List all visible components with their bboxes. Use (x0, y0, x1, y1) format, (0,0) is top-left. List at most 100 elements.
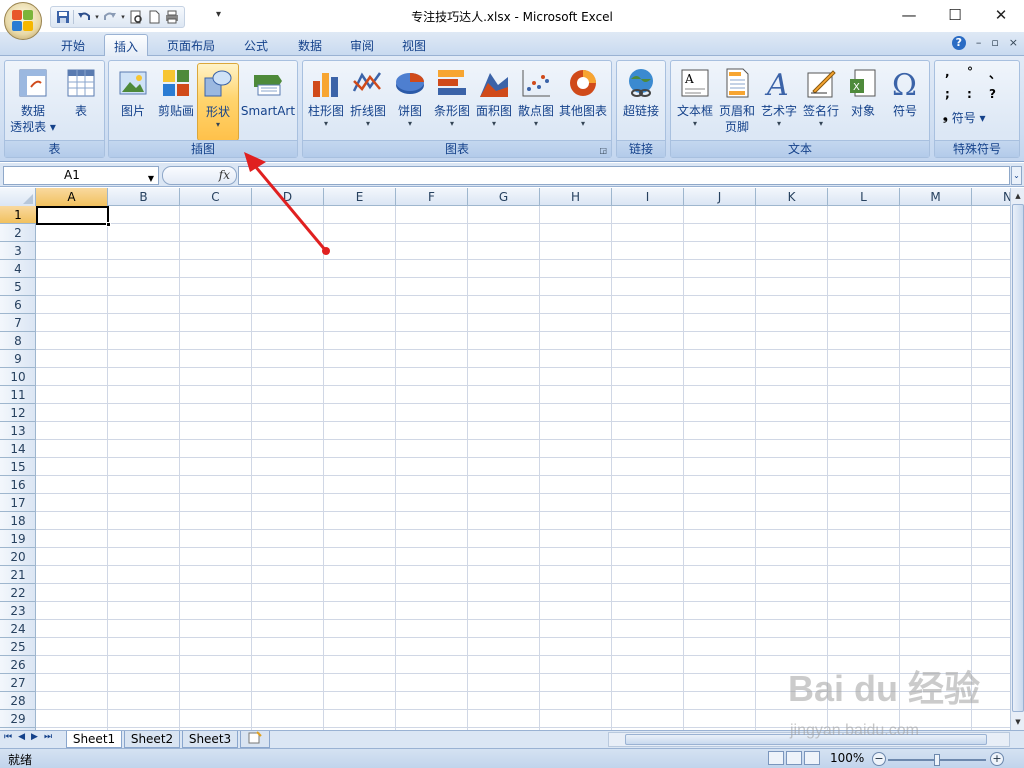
row-header-4[interactable]: 4 (0, 260, 36, 278)
row-header-1[interactable]: 1 (0, 206, 36, 224)
column-header-a[interactable]: A (36, 188, 108, 206)
clipart-button[interactable]: 剪贴画 (155, 63, 197, 141)
row-header-16[interactable]: 16 (0, 476, 36, 494)
sheet-tab-sheet2[interactable]: Sheet2 (124, 731, 180, 748)
ribbon-restore-button[interactable]: ▫ (991, 36, 998, 50)
insert-function-button[interactable]: fx (162, 166, 237, 185)
area-chart-button[interactable]: 面积图 ▾ (473, 63, 515, 141)
pie-chart-button[interactable]: 饼图 ▾ (391, 63, 429, 141)
textbox-button[interactable]: A 文本框 ▾ (673, 63, 717, 141)
tab-review[interactable]: 审阅 (340, 34, 384, 56)
tab-insert[interactable]: 插入 (104, 34, 148, 57)
row-header-17[interactable]: 17 (0, 494, 36, 512)
row-header-5[interactable]: 5 (0, 278, 36, 296)
row-header-18[interactable]: 18 (0, 512, 36, 530)
smartart-button[interactable]: SmartArt (239, 63, 297, 141)
column-header-l[interactable]: L (828, 188, 900, 206)
line-chart-button[interactable]: 折线图 ▾ (347, 63, 389, 141)
shapes-button[interactable]: 形状 ▾ (197, 63, 239, 141)
symbol-semicolon[interactable]: ; (945, 87, 950, 101)
symbol-button[interactable]: Ω 符号 (885, 63, 925, 141)
symbol-question[interactable]: ? (989, 87, 996, 101)
zoom-out-icon[interactable]: − (872, 752, 886, 766)
tab-page-layout[interactable]: 页面布局 (158, 34, 224, 56)
column-header-f[interactable]: F (396, 188, 468, 206)
column-header-i[interactable]: I (612, 188, 684, 206)
signature-line-button[interactable]: 签名行 ▾ (799, 63, 843, 141)
first-sheet-icon[interactable]: ⏮ (4, 732, 12, 742)
formula-input[interactable] (238, 166, 1010, 185)
vertical-scrollbar[interactable]: ▲ ▼ (1010, 188, 1024, 730)
row-header-11[interactable]: 11 (0, 386, 36, 404)
row-header-27[interactable]: 27 (0, 674, 36, 692)
table-button[interactable]: 表 (61, 63, 101, 141)
scroll-up-icon[interactable]: ▲ (1012, 189, 1024, 203)
tab-home[interactable]: 开始 (50, 34, 96, 56)
normal-view-icon[interactable] (768, 751, 784, 765)
row-header-19[interactable]: 19 (0, 530, 36, 548)
object-button[interactable]: X 对象 (843, 63, 883, 141)
row-header-29[interactable]: 29 (0, 710, 36, 728)
row-header-8[interactable]: 8 (0, 332, 36, 350)
row-header-9[interactable]: 9 (0, 350, 36, 368)
expand-formula-bar-icon[interactable]: ⌄ (1011, 166, 1022, 185)
prev-sheet-icon[interactable]: ◀ (18, 732, 25, 742)
symbol-colon[interactable]: : (967, 87, 972, 101)
bar-chart-button[interactable]: 条形图 ▾ (431, 63, 473, 141)
hyperlink-button[interactable]: 超链接 (619, 63, 663, 141)
row-header-7[interactable]: 7 (0, 314, 36, 332)
header-footer-button[interactable]: 页眉和 页脚 (717, 63, 757, 141)
ribbon-close-button[interactable]: × (1009, 36, 1018, 50)
help-icon[interactable]: ? (951, 36, 966, 50)
column-header-n[interactable]: N (972, 188, 1010, 206)
zoom-in-icon[interactable]: + (990, 752, 1004, 766)
row-header-15[interactable]: 15 (0, 458, 36, 476)
tab-formulas[interactable]: 公式 (234, 34, 278, 56)
close-button[interactable]: ✕ (978, 0, 1024, 30)
minimize-button[interactable]: — (886, 0, 932, 30)
row-header-6[interactable]: 6 (0, 296, 36, 314)
column-header-g[interactable]: G (468, 188, 540, 206)
select-all-button[interactable] (0, 188, 36, 206)
cell-area[interactable] (36, 206, 1010, 730)
row-header-21[interactable]: 21 (0, 566, 36, 584)
column-header-j[interactable]: J (684, 188, 756, 206)
fill-handle[interactable] (106, 222, 111, 227)
sheet-tab-sheet1[interactable]: Sheet1 (66, 731, 122, 748)
column-header-k[interactable]: K (756, 188, 828, 206)
row-header-20[interactable]: 20 (0, 548, 36, 566)
symbol-dropdown-button[interactable]: ❟ 符号 ▾ (943, 109, 986, 126)
row-header-25[interactable]: 25 (0, 638, 36, 656)
picture-button[interactable]: 图片 (113, 63, 153, 141)
tab-view[interactable]: 视图 (392, 34, 436, 56)
column-header-d[interactable]: D (252, 188, 324, 206)
zoom-level[interactable]: 100% (830, 751, 864, 765)
column-header-c[interactable]: C (180, 188, 252, 206)
next-sheet-icon[interactable]: ▶ (31, 732, 38, 742)
zoom-slider-thumb[interactable] (934, 754, 940, 766)
page-layout-view-icon[interactable] (786, 751, 802, 765)
other-charts-button[interactable]: 其他图表 ▾ (557, 63, 609, 141)
vertical-scroll-thumb[interactable] (1012, 204, 1024, 712)
page-break-view-icon[interactable] (804, 751, 820, 765)
office-button[interactable] (4, 2, 42, 40)
column-chart-button[interactable]: 柱形图 ▾ (305, 63, 347, 141)
tab-data[interactable]: 数据 (288, 34, 332, 56)
maximize-button[interactable]: ☐ (932, 0, 978, 30)
charts-dialog-launcher-icon[interactable]: ◲ (599, 146, 607, 155)
row-header-26[interactable]: 26 (0, 656, 36, 674)
sheet-tab-sheet3[interactable]: Sheet3 (182, 731, 238, 748)
column-header-b[interactable]: B (108, 188, 180, 206)
row-header-28[interactable]: 28 (0, 692, 36, 710)
row-header-24[interactable]: 24 (0, 620, 36, 638)
row-header-3[interactable]: 3 (0, 242, 36, 260)
symbol-comma[interactable]: , (945, 65, 950, 79)
scroll-down-icon[interactable]: ▼ (1012, 715, 1024, 729)
row-header-10[interactable]: 10 (0, 368, 36, 386)
row-header-14[interactable]: 14 (0, 440, 36, 458)
name-box[interactable]: A1 ▼ (3, 166, 159, 185)
row-header-13[interactable]: 13 (0, 422, 36, 440)
pivot-table-button[interactable]: 数据 透视表 ▾ (7, 63, 59, 141)
row-header-2[interactable]: 2 (0, 224, 36, 242)
row-header-23[interactable]: 23 (0, 602, 36, 620)
